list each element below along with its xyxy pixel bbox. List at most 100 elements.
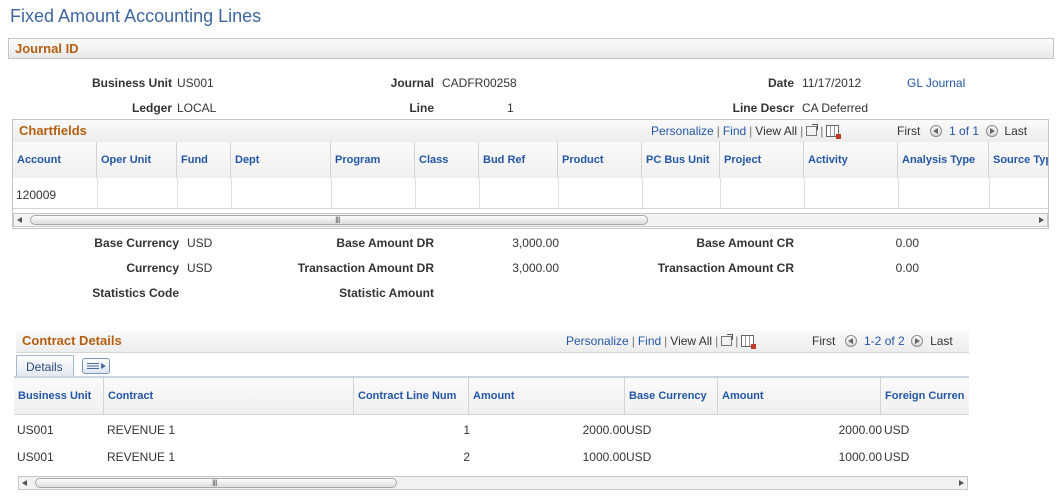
- previous-icon[interactable]: [845, 335, 858, 347]
- line-label: Line: [409, 101, 434, 115]
- tab-details[interactable]: Details: [16, 355, 74, 377]
- col-foreign-currency[interactable]: Foreign Curren: [881, 378, 969, 414]
- contract-details-nav: Personalize | Find | View All | |: [566, 334, 757, 349]
- journal-label: Journal: [390, 76, 434, 90]
- table-row: US001 REVENUE 1 1 2000.00 USD 2000.00 US…: [14, 416, 969, 443]
- col-bud-ref[interactable]: Bud Ref: [479, 142, 558, 178]
- scrollbar-thumb[interactable]: III: [35, 478, 397, 488]
- contract-cell: REVENUE 1: [107, 450, 176, 464]
- base-currency-value: USD: [187, 236, 213, 250]
- col-oper-unit[interactable]: Oper Unit: [97, 142, 177, 178]
- line-descr-label: Line Descr: [732, 101, 794, 115]
- journal-id-section-header: Journal ID: [8, 38, 1054, 59]
- contract-column-headers: Business Unit Contract Contract Line Num…: [14, 378, 969, 414]
- foreign-currency-cell: USD: [884, 423, 910, 437]
- transaction-amount-dr-value: 3,000.00: [512, 261, 559, 275]
- zoom-icon[interactable]: [721, 334, 734, 346]
- chartfields-first-link[interactable]: First: [897, 124, 920, 138]
- col-program[interactable]: Program: [331, 142, 415, 178]
- scrollbar-thumb[interactable]: III: [30, 215, 648, 225]
- col-dept[interactable]: Dept: [231, 142, 331, 178]
- contract-first-link[interactable]: First: [812, 334, 835, 348]
- contract-personalize-link[interactable]: Personalize: [566, 334, 629, 348]
- col-amount[interactable]: Amount: [469, 378, 625, 414]
- table-row: US001 REVENUE 1 2 1000.00 USD 1000.00 US…: [14, 443, 969, 470]
- base-amount-cr-label: Base Amount CR: [696, 236, 794, 250]
- col-contract[interactable]: Contract: [104, 378, 354, 414]
- statistic-amount-label: Statistic Amount: [339, 286, 434, 300]
- journal-id-section-title: Journal ID: [15, 41, 79, 56]
- col-class[interactable]: Class: [415, 142, 479, 178]
- gl-journal-link[interactable]: GL Journal: [907, 76, 965, 90]
- contract-line-num-cell: 1: [463, 423, 470, 437]
- chartfields-view-all-link[interactable]: View All: [755, 124, 797, 138]
- base-currency-cell: USD: [626, 423, 652, 437]
- contract-cell: REVENUE 1: [107, 423, 176, 437]
- statistics-code-label: Statistics Code: [92, 286, 179, 300]
- transaction-amount-cr-value: 0.00: [895, 261, 919, 275]
- scroll-right-icon[interactable]: [1039, 217, 1044, 223]
- base-currency-cell: USD: [626, 450, 652, 464]
- currency-label: Currency: [126, 261, 179, 275]
- chartfields-column-headers: Account Oper Unit Fund Dept Program Clas…: [13, 142, 1048, 178]
- download-icon[interactable]: [741, 335, 757, 349]
- col-source-type[interactable]: Source Typ: [989, 142, 1048, 178]
- page-title: Fixed Amount Accounting Lines: [10, 6, 262, 26]
- date-label: Date: [767, 76, 794, 90]
- scroll-right-icon[interactable]: [959, 480, 964, 486]
- business-unit-value: US001: [177, 76, 214, 90]
- col-business-unit[interactable]: Business Unit: [14, 378, 104, 414]
- col-contract-line-num[interactable]: Contract Line Num: [354, 378, 469, 414]
- col-activity[interactable]: Activity: [804, 142, 898, 178]
- date-value: 11/17/2012: [802, 76, 862, 90]
- contract-line-num-cell: 2: [463, 450, 470, 464]
- amount-cell: 1000.00: [582, 450, 626, 464]
- account-cell: 120009: [16, 188, 57, 202]
- amount-cell: 2000.00: [582, 423, 626, 437]
- download-icon[interactable]: [826, 125, 842, 139]
- col-product[interactable]: Product: [558, 142, 642, 178]
- previous-icon[interactable]: [930, 125, 943, 137]
- line-descr-value: CA Deferred: [802, 101, 869, 115]
- show-all-columns-icon[interactable]: [82, 358, 110, 374]
- next-icon[interactable]: [911, 335, 924, 347]
- chartfields-grid: Chartfields Personalize | Find | View All | | …: [12, 119, 1049, 229]
- chartfields-horizontal-scrollbar[interactable]: III: [13, 213, 1048, 227]
- contract-last-link[interactable]: Last: [930, 334, 953, 348]
- journal-value: CADFR00258: [442, 76, 517, 90]
- base-amount-cr-value: 0.00: [895, 236, 919, 250]
- foreign-amount-cell: 2000.00: [838, 423, 882, 437]
- col-analysis-type[interactable]: Analysis Type: [898, 142, 989, 178]
- col-project[interactable]: Project: [720, 142, 804, 178]
- contract-details-header: Contract Details Personalize | Find | View A…: [16, 330, 969, 353]
- chartfields-nav: Personalize | Find | View All | |: [651, 124, 842, 139]
- contract-view-all-link[interactable]: View All: [670, 334, 712, 348]
- foreign-amount-cell: 1000.00: [838, 450, 882, 464]
- chartfields-grid-header: Chartfields Personalize | Find | View All | | …: [13, 120, 1048, 143]
- base-amount-dr-value: 3,000.00: [512, 236, 559, 250]
- chartfields-find-link[interactable]: Find: [723, 124, 746, 138]
- contract-find-link[interactable]: Find: [638, 334, 661, 348]
- foreign-currency-cell: USD: [884, 450, 910, 464]
- col-pc-bus-unit[interactable]: PC Bus Unit: [642, 142, 720, 178]
- chartfields-last-link[interactable]: Last: [1004, 124, 1027, 138]
- col-foreign-amount[interactable]: Amount: [718, 378, 881, 414]
- transaction-amount-cr-label: Transaction Amount CR: [657, 261, 794, 275]
- contract-horizontal-scrollbar[interactable]: III: [18, 476, 968, 490]
- contract-range: 1-2 of 2: [864, 334, 905, 348]
- scroll-left-icon[interactable]: [17, 217, 22, 223]
- base-amount-dr-label: Base Amount DR: [336, 236, 434, 250]
- business-unit-cell: US001: [17, 450, 54, 464]
- business-unit-cell: US001: [17, 423, 54, 437]
- col-fund[interactable]: Fund: [177, 142, 231, 178]
- col-account[interactable]: Account: [13, 142, 97, 178]
- ledger-label: Ledger: [131, 101, 172, 115]
- chartfields-title: Chartfields: [19, 123, 87, 138]
- chartfields-pager: First 1 of 1 Last: [897, 124, 1027, 138]
- chartfields-personalize-link[interactable]: Personalize: [651, 124, 714, 138]
- currency-value: USD: [187, 261, 213, 275]
- col-base-currency[interactable]: Base Currency: [625, 378, 718, 414]
- next-icon[interactable]: [985, 125, 998, 137]
- zoom-icon[interactable]: [806, 124, 819, 136]
- scroll-left-icon[interactable]: [22, 480, 27, 486]
